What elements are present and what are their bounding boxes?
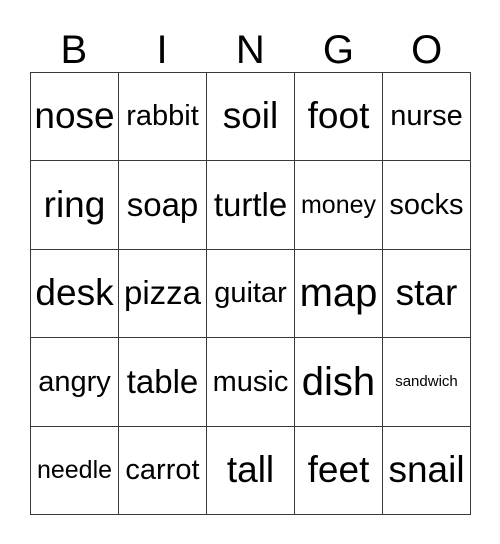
bingo-cell[interactable]: desk xyxy=(31,249,119,339)
header-letter-b: B xyxy=(60,28,88,72)
bingo-cell-label: tall xyxy=(226,448,275,490)
bingo-header-row: B I N G O xyxy=(30,16,471,72)
bingo-cell[interactable]: map xyxy=(295,249,383,339)
bingo-cell-label: rabbit xyxy=(126,100,199,133)
bingo-cell[interactable]: nose xyxy=(31,73,119,162)
bingo-cell[interactable]: foot xyxy=(295,73,383,162)
bingo-cell-label: carrot xyxy=(125,454,200,487)
bingo-cell-label: needle xyxy=(36,456,113,485)
bingo-cell-label: soap xyxy=(126,185,199,223)
header-letter-o: O xyxy=(411,28,443,72)
bingo-cell-label: foot xyxy=(307,95,370,137)
bingo-cell[interactable]: angry xyxy=(31,338,119,427)
bingo-cell-label: table xyxy=(126,362,199,400)
bingo-cell[interactable]: table xyxy=(119,338,207,427)
bingo-cell[interactable]: socks xyxy=(383,161,471,250)
bingo-cell[interactable]: carrot xyxy=(119,426,207,515)
bingo-cell-label: money xyxy=(300,190,377,219)
bingo-cell-label: sandwich xyxy=(395,373,458,391)
bingo-cell[interactable]: sandwich xyxy=(383,338,471,427)
bingo-cell[interactable]: pizza xyxy=(119,249,207,339)
bingo-cell[interactable]: soil xyxy=(207,73,295,162)
header-letter-n: N xyxy=(235,28,266,72)
bingo-cell-label: dish xyxy=(301,359,376,404)
bingo-cell[interactable]: needle xyxy=(31,426,119,515)
bingo-cell-label: snail xyxy=(388,448,465,490)
bingo-cell[interactable]: dish xyxy=(295,338,383,427)
bingo-cell-label: turtle xyxy=(213,185,288,223)
bingo-cell-label: socks xyxy=(389,188,464,221)
header-letter-i: I xyxy=(156,28,169,72)
bingo-cell-label: music xyxy=(212,365,289,398)
bingo-cell-label: nurse xyxy=(390,100,463,133)
bingo-cell-label: guitar xyxy=(214,277,287,310)
bingo-grid: nose rabbit soil foot nurse ring soap tu… xyxy=(30,72,471,515)
bingo-cell[interactable]: tall xyxy=(207,426,295,515)
bingo-cell[interactable]: soap xyxy=(119,161,207,250)
bingo-cell-label: star xyxy=(395,272,458,314)
bingo-cell-label: ring xyxy=(43,183,106,225)
bingo-cell-label: angry xyxy=(38,365,111,398)
bingo-cell[interactable]: feet xyxy=(295,426,383,515)
bingo-cell-label: map xyxy=(299,271,378,316)
bingo-cell[interactable]: star xyxy=(383,249,471,339)
bingo-cell[interactable]: money xyxy=(295,161,383,250)
bingo-cell[interactable]: guitar xyxy=(207,249,295,339)
bingo-cell-label: nose xyxy=(34,95,115,137)
bingo-cell[interactable]: music xyxy=(207,338,295,427)
bingo-cell[interactable]: rabbit xyxy=(119,73,207,162)
bingo-cell[interactable]: ring xyxy=(31,161,119,250)
bingo-cell-label: soil xyxy=(222,95,279,137)
header-letter-g: G xyxy=(322,28,355,72)
bingo-cell[interactable]: turtle xyxy=(207,161,295,250)
bingo-card: B I N G O nose rabbit soil foot nurse ri… xyxy=(0,0,500,544)
bingo-cell[interactable]: snail xyxy=(383,426,471,515)
bingo-cell-label: pizza xyxy=(123,274,202,312)
bingo-cell-label: feet xyxy=(307,448,370,490)
bingo-cell[interactable]: nurse xyxy=(383,73,471,162)
bingo-cell-label: desk xyxy=(35,272,114,314)
